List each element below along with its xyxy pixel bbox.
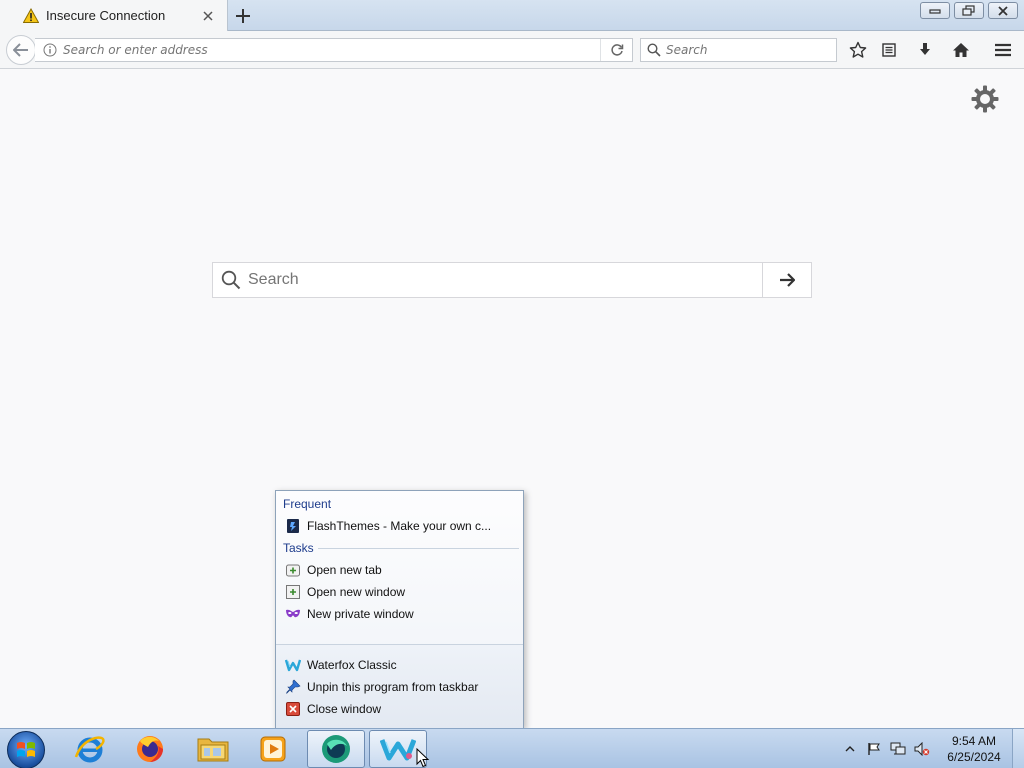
media-player-icon bbox=[260, 736, 286, 762]
section-header: Frequent bbox=[283, 497, 332, 511]
warning-icon bbox=[23, 7, 39, 24]
url-bar[interactable] bbox=[35, 38, 633, 62]
jumplist-item-open-new-window[interactable]: Open new window bbox=[276, 581, 523, 603]
bookmarks-list-icon[interactable] bbox=[878, 39, 900, 61]
taskbar-firefox[interactable] bbox=[121, 730, 179, 768]
volume-muted-icon[interactable] bbox=[914, 741, 930, 757]
clock-time: 9:54 AM bbox=[951, 734, 997, 748]
system-tray bbox=[842, 729, 938, 768]
tab-title: Insecure Connection bbox=[46, 8, 166, 23]
network-icon[interactable] bbox=[890, 741, 906, 757]
jumplist-item-flashthemes[interactable]: FlashThemes - Make your own c... bbox=[276, 515, 523, 537]
jumplist-item-label: Open new window bbox=[307, 585, 406, 599]
section-header: Tasks bbox=[283, 541, 314, 555]
home-icon[interactable] bbox=[950, 39, 972, 61]
show-desktop-button[interactable] bbox=[1012, 729, 1024, 768]
page-search-input[interactable] bbox=[248, 271, 762, 289]
clock-date: 6/25/2024 bbox=[947, 750, 1001, 764]
file-explorer-icon bbox=[197, 738, 229, 762]
waterfox-icon bbox=[380, 739, 416, 761]
jumplist-item-waterfox-classic[interactable]: Waterfox Classic bbox=[276, 654, 523, 676]
toolbar-search-input[interactable] bbox=[666, 43, 836, 57]
taskbar-media-player[interactable] bbox=[244, 730, 302, 768]
download-icon[interactable] bbox=[914, 39, 936, 61]
new-window-icon bbox=[285, 584, 301, 600]
jumplist-item-new-private-window[interactable]: New private window bbox=[276, 603, 523, 625]
back-button[interactable] bbox=[6, 35, 36, 65]
gear-icon[interactable] bbox=[970, 84, 1000, 114]
mouse-cursor-icon bbox=[416, 747, 430, 768]
jumplist-section-frequent: Frequent bbox=[276, 493, 523, 515]
show-hidden-icons-icon[interactable] bbox=[842, 741, 858, 757]
internet-explorer-icon bbox=[74, 736, 105, 763]
jumplist-item-label: FlashThemes - Make your own c... bbox=[307, 519, 492, 533]
taskbar-clock[interactable]: 9:54 AM 6/25/2024 bbox=[940, 733, 1008, 765]
jumplist-item-label: Waterfox Classic bbox=[307, 658, 397, 672]
close-button[interactable] bbox=[988, 2, 1018, 19]
url-input[interactable] bbox=[63, 43, 600, 57]
windows-logo-icon bbox=[17, 742, 35, 757]
private-mask-icon bbox=[285, 606, 301, 622]
bookmark-star-icon[interactable] bbox=[847, 39, 869, 61]
new-tab-button[interactable] bbox=[232, 5, 254, 27]
jumplist-item-label: New private window bbox=[307, 607, 414, 621]
navigation-toolbar bbox=[0, 31, 1024, 69]
tab-strip: Insecure Connection bbox=[0, 0, 1024, 31]
arrow-right-icon bbox=[780, 273, 795, 287]
browser-app-icon bbox=[322, 735, 350, 763]
action-center-flag-icon[interactable] bbox=[866, 741, 882, 757]
waterfox-icon bbox=[285, 657, 301, 673]
close-window-icon bbox=[285, 701, 301, 717]
page-search-box[interactable] bbox=[212, 262, 812, 298]
search-icon bbox=[221, 270, 241, 290]
window-controls bbox=[920, 2, 1018, 19]
new-tab-icon bbox=[285, 562, 301, 578]
toolbar-search-bar[interactable] bbox=[640, 38, 837, 62]
back-arrow-icon bbox=[13, 43, 28, 57]
unpin-icon bbox=[285, 679, 301, 695]
jumplist-item-label: Close window bbox=[307, 702, 382, 716]
jumplist-item-close-window[interactable]: Close window bbox=[276, 698, 523, 720]
info-icon[interactable] bbox=[43, 43, 57, 57]
minimize-button[interactable] bbox=[920, 2, 950, 19]
start-button[interactable] bbox=[7, 731, 45, 768]
hamburger-menu-icon[interactable] bbox=[992, 39, 1014, 61]
taskbar-file-explorer[interactable] bbox=[184, 730, 242, 768]
jumplist-pinned-section: Waterfox Classic Unpin this program from… bbox=[276, 644, 523, 728]
taskbar: 9:54 AM 6/25/2024 bbox=[0, 728, 1024, 768]
restore-button[interactable] bbox=[954, 2, 984, 19]
jumplist-item-label: Unpin this program from taskbar bbox=[307, 680, 479, 694]
jumplist-section-tasks: Tasks bbox=[276, 537, 523, 559]
search-go-button[interactable] bbox=[762, 263, 811, 297]
flashthemes-icon bbox=[285, 518, 301, 534]
jumplist-item-label: Open new tab bbox=[307, 563, 382, 577]
taskbar-browser-app[interactable] bbox=[307, 730, 365, 768]
taskbar-jump-list: Frequent FlashThemes - Make your own c..… bbox=[275, 490, 524, 728]
search-icon bbox=[647, 43, 661, 57]
tab-insecure-connection[interactable]: Insecure Connection bbox=[0, 0, 228, 31]
section-divider bbox=[317, 547, 519, 549]
jumplist-item-unpin[interactable]: Unpin this program from taskbar bbox=[276, 676, 523, 698]
tab-close-icon[interactable] bbox=[201, 9, 215, 23]
jumplist-item-open-new-tab[interactable]: Open new tab bbox=[276, 559, 523, 581]
taskbar-internet-explorer[interactable] bbox=[61, 730, 119, 768]
firefox-icon bbox=[137, 736, 163, 762]
reload-icon[interactable] bbox=[600, 39, 632, 61]
